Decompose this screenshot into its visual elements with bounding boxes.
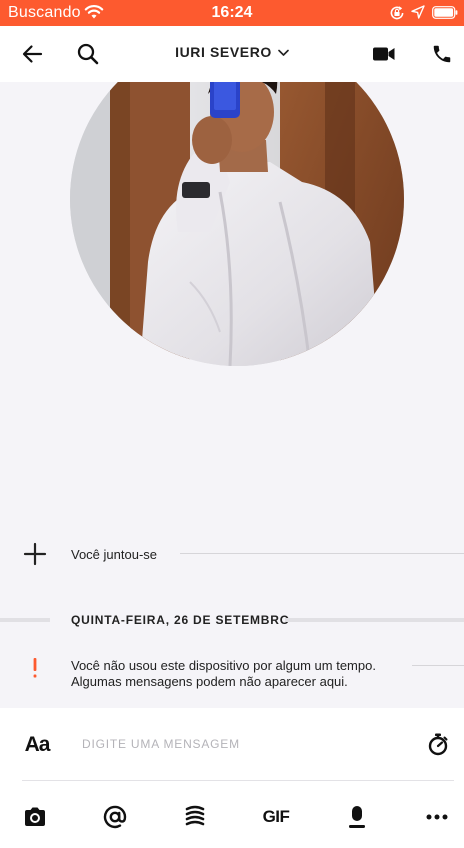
composer-divider (22, 780, 454, 781)
message-input[interactable] (76, 730, 408, 758)
mention-button[interactable] (100, 802, 130, 832)
contact-name: IURI SEVERO (175, 44, 272, 60)
video-call-button[interactable] (368, 38, 400, 70)
chat-area[interactable]: Você juntou-se QUINTA-FEIRA, 26 DE SETEM… (0, 82, 464, 708)
gif-button[interactable]: GIF (261, 802, 291, 832)
joined-divider (180, 553, 464, 554)
warning-text: Você não usou este dispositivo por algum… (71, 658, 401, 690)
date-divider-left (0, 618, 50, 622)
plus-icon (23, 542, 47, 566)
video-camera-icon (373, 47, 395, 61)
joined-text: Você juntou-se (71, 547, 158, 562)
timer-button[interactable] (424, 730, 452, 758)
composer: Aa DIGITE UMA MENSAGEM GIF (0, 708, 464, 848)
timer-icon (428, 733, 448, 756)
call-button[interactable] (426, 38, 458, 70)
warning-line-1: Você não usou este dispositivo por algum… (71, 658, 376, 673)
voice-button[interactable] (342, 802, 372, 832)
camera-icon (25, 807, 45, 826)
at-icon (103, 805, 127, 829)
bitmoji-icon (185, 805, 205, 826)
date-label: QUINTA-FEIRA, 26 DE SETEMBRO (71, 613, 290, 627)
more-button[interactable] (422, 802, 452, 832)
more-icon (426, 814, 448, 820)
warning-divider (412, 665, 464, 666)
microphone-icon (349, 806, 365, 828)
profile-photo-image (70, 82, 404, 366)
battery-icon (432, 6, 458, 19)
bitmoji-button[interactable] (180, 802, 210, 832)
chat-header: IURI SEVERO (0, 26, 464, 82)
font-style-button[interactable]: Aa (22, 730, 52, 760)
composer-toolbar: GIF (0, 802, 464, 832)
exclamation-icon (33, 658, 37, 678)
camera-button[interactable] (20, 802, 50, 832)
warning-line-2: Algumas mensagens podem não aparecer aqu… (71, 674, 348, 689)
status-bar: Buscando 16:24 (0, 0, 464, 26)
phone-icon (433, 45, 451, 63)
location-icon (411, 5, 425, 19)
chevron-down-icon (278, 49, 289, 57)
profile-photo (70, 82, 404, 366)
rotation-lock-icon (390, 6, 404, 20)
date-divider-right (285, 618, 464, 622)
